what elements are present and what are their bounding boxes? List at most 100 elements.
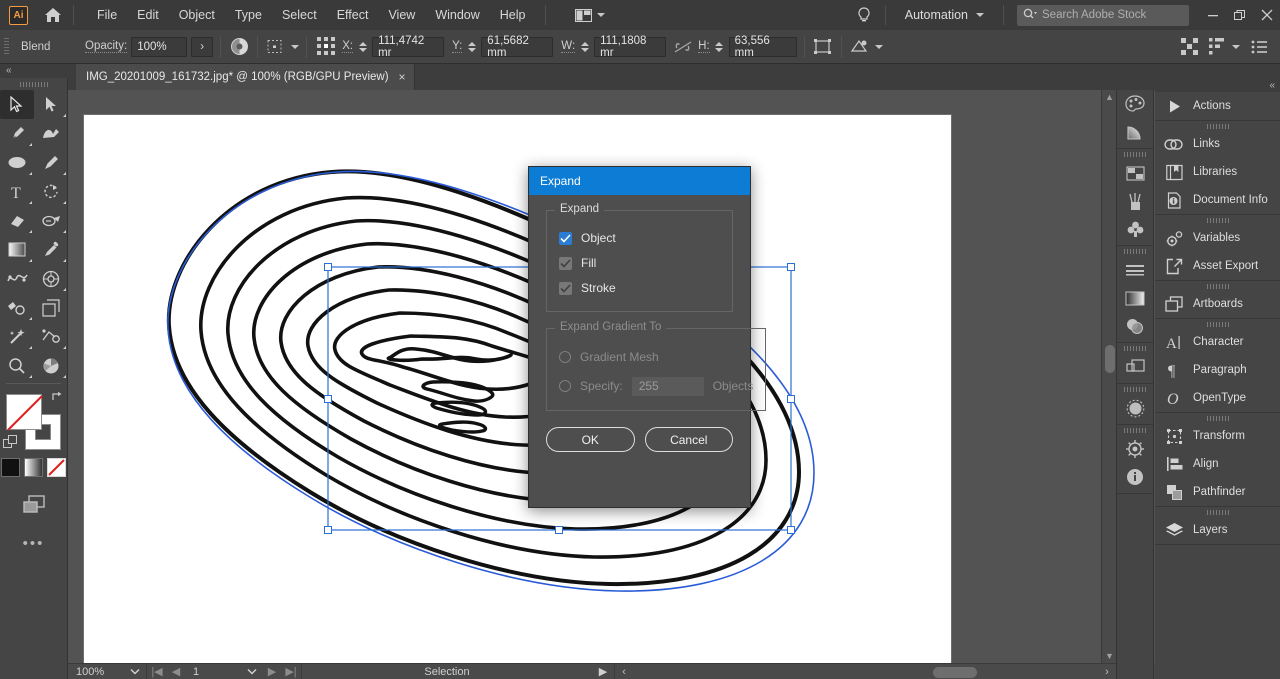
fill-swatch[interactable]: [6, 394, 42, 430]
minimize-icon[interactable]: [1199, 3, 1226, 27]
object-checkbox[interactable]: [559, 232, 572, 245]
drawing-mode-button[interactable]: [0, 493, 67, 517]
status-menu-icon[interactable]: ▶: [592, 664, 614, 679]
layers-icon[interactable]: [1117, 353, 1153, 381]
paintbrush-tool[interactable]: [34, 148, 68, 177]
slice-tool[interactable]: [0, 293, 34, 322]
ok-button[interactable]: OK: [546, 427, 635, 452]
horizontal-scroll-thumb[interactable]: [933, 667, 977, 678]
horizontal-scrollbar[interactable]: [633, 664, 1098, 679]
expand-dialog[interactable]: Expand Expand Object Fill: [528, 166, 751, 508]
reference-point-icon[interactable]: [314, 36, 338, 58]
edit-toolbar-button[interactable]: •••: [0, 535, 67, 552]
appearance-icon[interactable]: [1117, 394, 1153, 422]
color-swatch-button[interactable]: [1, 458, 20, 477]
menu-select[interactable]: Select: [272, 4, 327, 26]
cancel-button[interactable]: Cancel: [645, 427, 734, 452]
panel-item-opentype[interactable]: O OpenType: [1155, 384, 1280, 412]
scroll-up-icon[interactable]: ▲: [1102, 90, 1116, 104]
panel-grip[interactable]: [1207, 124, 1229, 129]
ellipse-tool[interactable]: [0, 148, 34, 177]
menu-window[interactable]: Window: [425, 4, 489, 26]
panel-item-actions[interactable]: Actions: [1155, 92, 1280, 120]
free-transform-tool[interactable]: [34, 322, 68, 351]
menu-edit[interactable]: Edit: [127, 4, 169, 26]
panel-item-layers[interactable]: Layers: [1155, 516, 1280, 544]
dock-grip[interactable]: [1124, 346, 1146, 351]
close-icon[interactable]: [1253, 3, 1280, 27]
scroll-left-icon[interactable]: ‹: [615, 664, 633, 679]
x-input[interactable]: 111,4742 mr: [372, 37, 444, 57]
panel-item-variables[interactable]: Variables: [1155, 224, 1280, 252]
symbols-icon[interactable]: [1117, 215, 1153, 243]
transform-panel-icon[interactable]: [812, 36, 834, 58]
x-stepper[interactable]: [357, 37, 368, 57]
scroll-down-icon[interactable]: ▼: [1102, 649, 1116, 663]
panel-item-document-info[interactable]: Document Info: [1155, 186, 1280, 214]
search-adobe-stock-input[interactable]: Search Adobe Stock: [1017, 5, 1189, 26]
direct-selection-tool[interactable]: [34, 90, 68, 119]
panel-grip[interactable]: [1207, 510, 1229, 515]
unlink-proportions-icon[interactable]: [672, 36, 694, 58]
align-panel-group[interactable]: [1206, 36, 1240, 58]
artboard-number-value[interactable]: 1: [185, 666, 241, 678]
panel-item-libraries[interactable]: Libraries: [1155, 158, 1280, 186]
eyedropper-tool[interactable]: [34, 235, 68, 264]
type-tool[interactable]: T: [0, 177, 34, 206]
graph-tool[interactable]: [34, 351, 68, 380]
vertical-scrollbar[interactable]: ▲ ▼: [1101, 90, 1116, 663]
gradient-mesh-radio[interactable]: [559, 351, 571, 363]
symbol-sprayer-tool[interactable]: [34, 264, 68, 293]
gradient-icon[interactable]: [1117, 284, 1153, 312]
eraser-tool[interactable]: [0, 206, 34, 235]
specify-radio[interactable]: [559, 380, 571, 392]
checkbox-row-object[interactable]: Object: [559, 229, 720, 247]
color-guide-icon[interactable]: [1117, 118, 1153, 146]
document-tab[interactable]: IMG_20201009_161732.jpg* @ 100% (RGB/GPU…: [76, 64, 415, 90]
prev-artboard-icon[interactable]: ◀: [167, 664, 185, 679]
dialog-title-bar[interactable]: Expand: [529, 167, 750, 195]
w-stepper[interactable]: [579, 37, 590, 57]
vertical-scroll-thumb[interactable]: [1105, 345, 1115, 373]
tools-panel-grip[interactable]: [20, 82, 48, 87]
panel-item-transform[interactable]: Transform: [1155, 422, 1280, 450]
last-artboard-icon[interactable]: ▶|: [281, 664, 301, 679]
radio-row-gradient-mesh[interactable]: Gradient Mesh: [559, 347, 753, 367]
artboard-tool[interactable]: [34, 293, 68, 322]
menu-help[interactable]: Help: [490, 4, 536, 26]
panel-item-artboards[interactable]: Artboards: [1155, 290, 1280, 318]
menu-file[interactable]: File: [87, 4, 127, 26]
swatches-icon[interactable]: [1117, 159, 1153, 187]
swap-fill-stroke-icon[interactable]: [51, 390, 65, 404]
collapse-toolbar-icon[interactable]: «: [6, 65, 11, 76]
dock-grip[interactable]: [1124, 152, 1146, 157]
shape-options-group[interactable]: [849, 36, 883, 58]
menu-effect[interactable]: Effect: [327, 4, 379, 26]
collapse-panels-icon[interactable]: «: [1155, 78, 1280, 92]
scroll-right-icon[interactable]: ›: [1098, 664, 1116, 679]
menu-object[interactable]: Object: [169, 4, 225, 26]
dock-grip[interactable]: [1124, 428, 1146, 433]
panel-item-links[interactable]: Links: [1155, 130, 1280, 158]
panel-item-asset-export[interactable]: Asset Export: [1155, 252, 1280, 280]
brushes-icon[interactable]: [1117, 187, 1153, 215]
align-group[interactable]: [265, 36, 299, 58]
home-icon[interactable]: [42, 4, 64, 26]
graphic-styles-icon[interactable]: [1117, 435, 1153, 463]
color-icon[interactable]: [1117, 90, 1153, 118]
panel-grip[interactable]: [1207, 416, 1229, 421]
dock-grip[interactable]: [1124, 387, 1146, 392]
artboard-dropdown-icon[interactable]: [241, 664, 263, 679]
artwork-blend-rings[interactable]: [84, 115, 951, 663]
panel-grip[interactable]: [1207, 284, 1229, 289]
panel-item-character[interactable]: A Character: [1155, 328, 1280, 356]
control-bar-grip[interactable]: [4, 38, 9, 56]
stroke-icon[interactable]: [1117, 256, 1153, 284]
y-stepper[interactable]: [466, 37, 477, 57]
panel-item-pathfinder[interactable]: Pathfinder: [1155, 478, 1280, 506]
transparency-icon[interactable]: [1117, 312, 1153, 340]
panel-grip[interactable]: [1207, 322, 1229, 327]
selection-tool[interactable]: [0, 90, 34, 119]
lightbulb-icon[interactable]: [852, 6, 876, 24]
specify-objects-input[interactable]: 255: [632, 377, 704, 396]
